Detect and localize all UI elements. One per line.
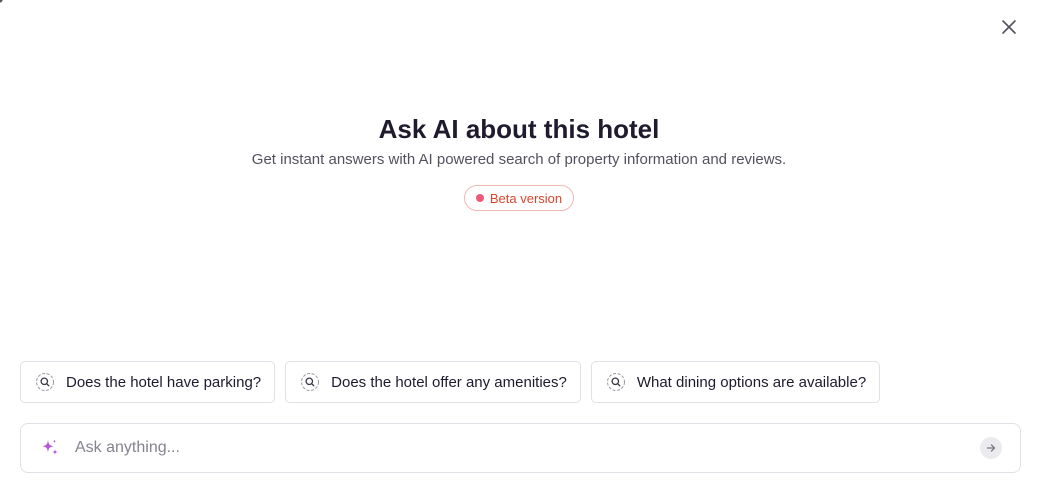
send-button[interactable]: [980, 437, 1002, 459]
suggestion-chip-parking[interactable]: Does the hotel have parking?: [20, 361, 276, 403]
dialog-header: Ask AI about this hotel Get instant answ…: [0, 112, 1038, 211]
search-sparkle-icon: [606, 372, 626, 392]
close-button[interactable]: [996, 14, 1022, 40]
sparkle-icon: [39, 437, 61, 459]
close-icon: [1002, 20, 1016, 34]
dialog-title: Ask AI about this hotel: [378, 114, 660, 144]
suggestion-label: Does the hotel have parking?: [66, 373, 262, 391]
beta-badge: Beta version: [463, 185, 575, 211]
ask-input[interactable]: [73, 438, 980, 458]
suggestion-chip-dining[interactable]: What dining options are available?: [590, 361, 881, 403]
search-sparkle-icon: [35, 372, 55, 392]
suggested-questions: Does the hotel have parking? Does the ho…: [20, 361, 881, 403]
ask-bar: [20, 423, 1021, 473]
dialog-subtitle: Get instant answers with AI powered sear…: [251, 151, 787, 168]
beta-dot-icon: [475, 194, 484, 202]
suggestion-label: Does the hotel offer any amenities?: [331, 373, 567, 391]
suggestion-chip-amenities[interactable]: Does the hotel offer any amenities?: [285, 361, 581, 403]
beta-badge-label: Beta version: [489, 190, 563, 206]
window-corner: [0, 0, 6, 6]
arrow-right-icon: [986, 444, 996, 452]
search-sparkle-icon: [300, 372, 320, 392]
suggestion-label: What dining options are available?: [636, 373, 867, 391]
ask-ai-dialog: Ask AI about this hotel Get instant answ…: [0, 0, 1038, 488]
